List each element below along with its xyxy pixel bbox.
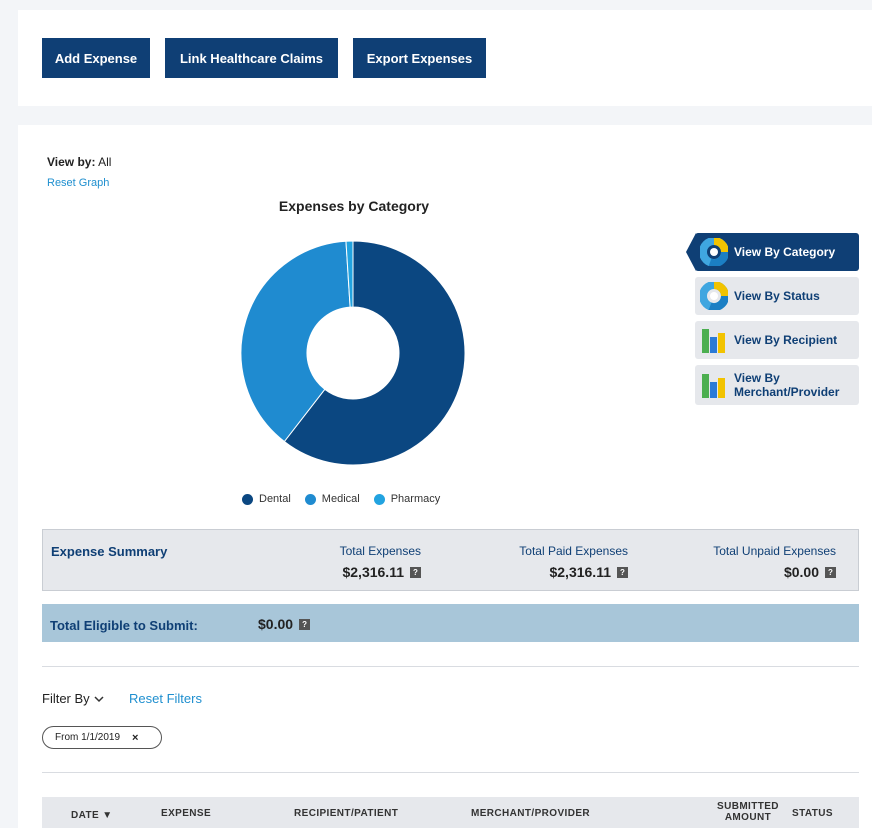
link-healthcare-claims-button[interactable]: Link Healthcare Claims xyxy=(165,38,338,78)
total-expenses-label: Total Expenses xyxy=(339,544,421,558)
column-header-submitted-amount[interactable]: SUBMITTED AMOUNT xyxy=(717,801,779,823)
total-paid-expenses: Total Paid Expenses $2,316.11? xyxy=(503,544,628,580)
view-by-recipient-label: View By Recipient xyxy=(734,333,838,347)
column-header-status[interactable]: STATUS xyxy=(792,808,833,819)
bar-chart-icon xyxy=(700,371,728,399)
divider xyxy=(42,772,859,773)
active-arrow-icon xyxy=(686,233,696,271)
donut-chart-icon xyxy=(699,281,729,312)
view-by-merchant-button[interactable]: View By Merchant/Provider xyxy=(695,365,859,405)
view-by-merchant-label: View By Merchant/Provider xyxy=(734,371,839,399)
column-header-date[interactable]: DATE ▼ xyxy=(71,810,113,821)
submitted-amount-line2: AMOUNT xyxy=(724,812,772,823)
reset-graph-link[interactable]: Reset Graph xyxy=(47,177,109,189)
legend-dot-medical xyxy=(304,493,316,505)
view-by-label: View by: xyxy=(47,155,96,169)
view-by-recipient-button[interactable]: View By Recipient xyxy=(695,321,859,359)
legend-item-dental[interactable]: Dental xyxy=(242,493,291,505)
help-icon[interactable]: ? xyxy=(825,566,836,578)
view-by-category-button[interactable]: View By Category xyxy=(686,233,859,271)
total-unpaid-expenses-value: $0.00 xyxy=(783,564,819,580)
chart-legend: Dental Medical Pharmacy xyxy=(242,493,440,505)
submitted-amount-line1: SUBMITTED xyxy=(717,801,779,812)
column-header-recipient[interactable]: RECIPIENT/PATIENT xyxy=(294,808,398,819)
donut-chart-icon xyxy=(699,237,729,268)
legend-item-pharmacy[interactable]: Pharmacy xyxy=(373,493,441,505)
help-icon[interactable]: ? xyxy=(617,566,628,578)
view-by-merchant-label-line2: Merchant/Provider xyxy=(734,385,840,399)
expenses-table-header: DATE ▼ EXPENSE RECIPIENT/PATIENT MERCHAN… xyxy=(42,797,859,828)
view-by-indicator: View by: All xyxy=(47,155,111,169)
expense-summary: Expense Summary Total Expenses $2,316.11… xyxy=(42,529,859,591)
total-eligible-bar: Total Eligible to Submit: $0.00? xyxy=(42,604,859,642)
expenses-donut-chart[interactable] xyxy=(240,240,466,466)
total-eligible-value: $0.00 xyxy=(258,616,294,632)
date-filter-chip-label: From 1/1/2019 xyxy=(55,732,121,743)
total-paid-expenses-label: Total Paid Expenses xyxy=(519,544,628,558)
reset-filters-link[interactable]: Reset Filters xyxy=(129,691,202,706)
legend-label-dental: Dental xyxy=(259,493,291,505)
legend-dot-dental xyxy=(242,493,253,505)
total-expenses-value: $2,316.11 xyxy=(342,564,404,580)
action-toolbar: Add Expense Link Healthcare Claims Expor… xyxy=(18,10,872,106)
legend-label-pharmacy: Pharmacy xyxy=(390,493,441,505)
total-unpaid-expenses-label: Total Unpaid Expenses xyxy=(713,544,836,558)
export-expenses-button[interactable]: Export Expenses xyxy=(353,38,486,78)
view-by-status-label: View By Status xyxy=(734,289,820,303)
filter-by-label: Filter By xyxy=(42,691,90,706)
legend-label-medical: Medical xyxy=(321,493,360,505)
help-icon[interactable]: ? xyxy=(410,566,421,578)
view-by-category-label: View By Category xyxy=(734,245,836,259)
column-header-expense[interactable]: EXPENSE xyxy=(161,808,211,819)
add-expense-button[interactable]: Add Expense xyxy=(42,38,150,78)
total-unpaid-expenses: Total Unpaid Expenses $0.00? xyxy=(693,544,836,580)
bar-chart-icon xyxy=(700,326,728,354)
expenses-panel: View by: All Reset Graph Expenses by Cat… xyxy=(18,125,872,828)
legend-item-medical[interactable]: Medical xyxy=(304,493,360,505)
view-by-merchant-label-line1: View By xyxy=(734,371,780,385)
divider xyxy=(42,666,859,667)
chart-title: Expenses by Category xyxy=(278,198,430,214)
help-icon[interactable]: ? xyxy=(299,618,311,630)
total-eligible-label: Total Eligible to Submit: xyxy=(50,618,198,633)
date-filter-chip: From 1/1/2019 × xyxy=(42,726,162,749)
total-paid-expenses-value: $2,316.11 xyxy=(549,564,611,580)
legend-dot-pharmacy xyxy=(373,493,385,505)
total-expenses: Total Expenses $2,316.11? xyxy=(323,544,421,580)
view-by-value: All xyxy=(95,155,112,169)
filter-by-toggle[interactable]: Filter By xyxy=(42,691,104,706)
column-header-merchant[interactable]: MERCHANT/PROVIDER xyxy=(471,808,590,819)
close-icon[interactable]: × xyxy=(132,732,138,744)
view-by-status-button[interactable]: View By Status xyxy=(695,277,859,315)
expense-summary-label: Expense Summary xyxy=(51,544,168,559)
chevron-down-icon xyxy=(94,691,104,706)
